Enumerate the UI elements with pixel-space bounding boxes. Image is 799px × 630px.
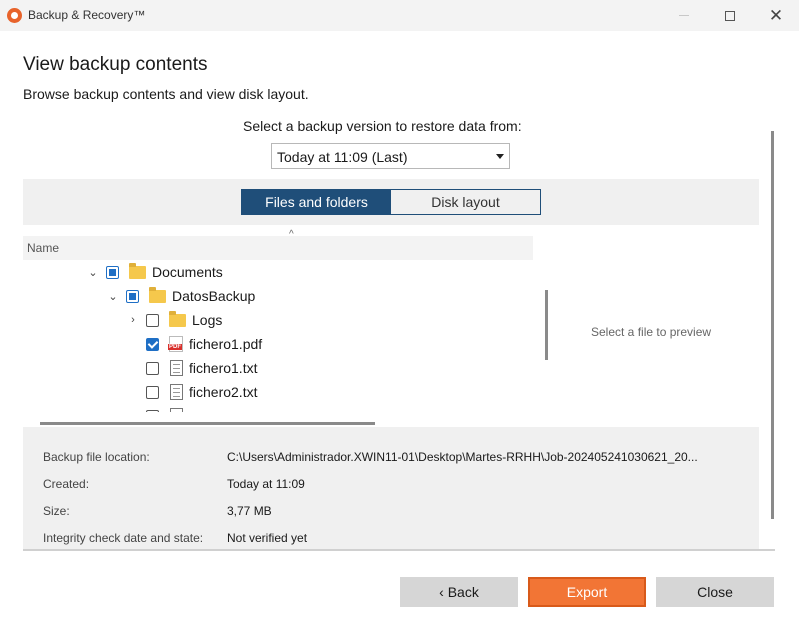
text-file-icon xyxy=(170,408,183,412)
window-title: Backup & Recovery™ xyxy=(28,8,146,22)
file-tree: ⌄ Documents ⌄ DatosBackup › Logs fichero… xyxy=(23,260,533,412)
page-vertical-scrollbar[interactable] xyxy=(771,131,774,519)
chevron-down-icon[interactable]: ⌄ xyxy=(106,290,120,303)
preview-placeholder: Select a file to preview xyxy=(591,325,712,339)
tree-row-documents[interactable]: ⌄ Documents xyxy=(86,260,223,284)
chevron-right-icon[interactable]: › xyxy=(126,314,140,326)
tree-item-label: fichero2.txt xyxy=(189,384,258,400)
integrity-value: Not verified yet xyxy=(227,531,308,545)
location-value: C:\Users\Administrador.XWIN11-01\Desktop… xyxy=(227,450,698,464)
tree-row-fichero1-txt[interactable]: fichero1.txt xyxy=(126,356,257,380)
close-icon: ✕ xyxy=(768,5,784,25)
tree-row-partial xyxy=(126,404,183,412)
checkbox-fichero1-txt[interactable] xyxy=(146,361,159,375)
name-column-header[interactable]: Name xyxy=(23,236,533,260)
tree-item-label: DatosBackup xyxy=(172,288,256,304)
tree-row-datosbackup[interactable]: ⌄ DatosBackup xyxy=(106,284,255,308)
checkbox-logs[interactable] xyxy=(146,313,159,327)
checkbox-fichero2-txt[interactable] xyxy=(146,385,159,399)
created-value: Today at 11:09 xyxy=(227,477,305,491)
view-toggle: Files and folders Disk layout xyxy=(241,189,541,215)
tree-item-label: Logs xyxy=(192,312,223,328)
tree-vertical-scrollbar[interactable] xyxy=(545,290,548,360)
tree-row-fichero1-pdf[interactable]: fichero1.pdf xyxy=(126,332,262,356)
checkbox-documents[interactable] xyxy=(106,265,119,279)
tree-item-label: Documents xyxy=(152,264,223,280)
checkbox-partial[interactable] xyxy=(146,409,159,412)
folder-icon xyxy=(169,310,186,327)
checkbox-datosbackup[interactable] xyxy=(126,289,139,303)
tree-row-fichero2-txt[interactable]: fichero2.txt xyxy=(126,380,257,404)
chevron-down-icon[interactable]: ⌄ xyxy=(86,266,100,279)
dropdown-arrow-icon xyxy=(496,154,504,159)
maximize-button[interactable] xyxy=(707,0,753,31)
close-window-button[interactable]: ✕ xyxy=(753,0,799,31)
tree-row-logs[interactable]: › Logs xyxy=(126,308,222,332)
tree-item-label: fichero1.txt xyxy=(189,360,258,376)
close-button[interactable]: Close xyxy=(656,577,774,607)
folder-icon xyxy=(129,262,146,279)
text-file-icon xyxy=(170,384,183,400)
minimize-button[interactable] xyxy=(661,0,707,31)
maximize-icon xyxy=(725,10,735,21)
checkbox-fichero1-pdf[interactable] xyxy=(146,337,159,351)
minimize-icon xyxy=(679,15,689,16)
divider xyxy=(23,549,775,551)
integrity-label: Integrity check date and state: xyxy=(43,531,204,545)
back-button[interactable]: ‹ Back xyxy=(400,577,518,607)
tree-item-label: fichero1.pdf xyxy=(189,336,263,352)
tab-files-and-folders[interactable]: Files and folders xyxy=(242,190,391,214)
size-value: 3,77 MB xyxy=(227,504,272,518)
version-select[interactable]: Today at 11:09 (Last) xyxy=(271,143,510,169)
title-bar: Backup & Recovery™ ✕ xyxy=(0,0,799,31)
created-label: Created: xyxy=(43,477,90,491)
page-title: View backup contents xyxy=(23,54,208,75)
location-label: Backup file location: xyxy=(43,450,150,464)
app-logo-icon xyxy=(7,8,22,23)
version-label: Select a backup version to restore data … xyxy=(243,118,522,134)
folder-icon xyxy=(149,286,166,303)
text-file-icon xyxy=(170,360,183,376)
version-selected-value: Today at 11:09 (Last) xyxy=(277,149,408,165)
export-button[interactable]: Export xyxy=(528,577,646,607)
tree-horizontal-scrollbar[interactable] xyxy=(40,422,375,425)
tab-disk-layout[interactable]: Disk layout xyxy=(391,190,540,214)
size-label: Size: xyxy=(43,504,70,518)
page-subtitle: Browse backup contents and view disk lay… xyxy=(23,86,309,102)
pdf-file-icon xyxy=(168,336,183,352)
